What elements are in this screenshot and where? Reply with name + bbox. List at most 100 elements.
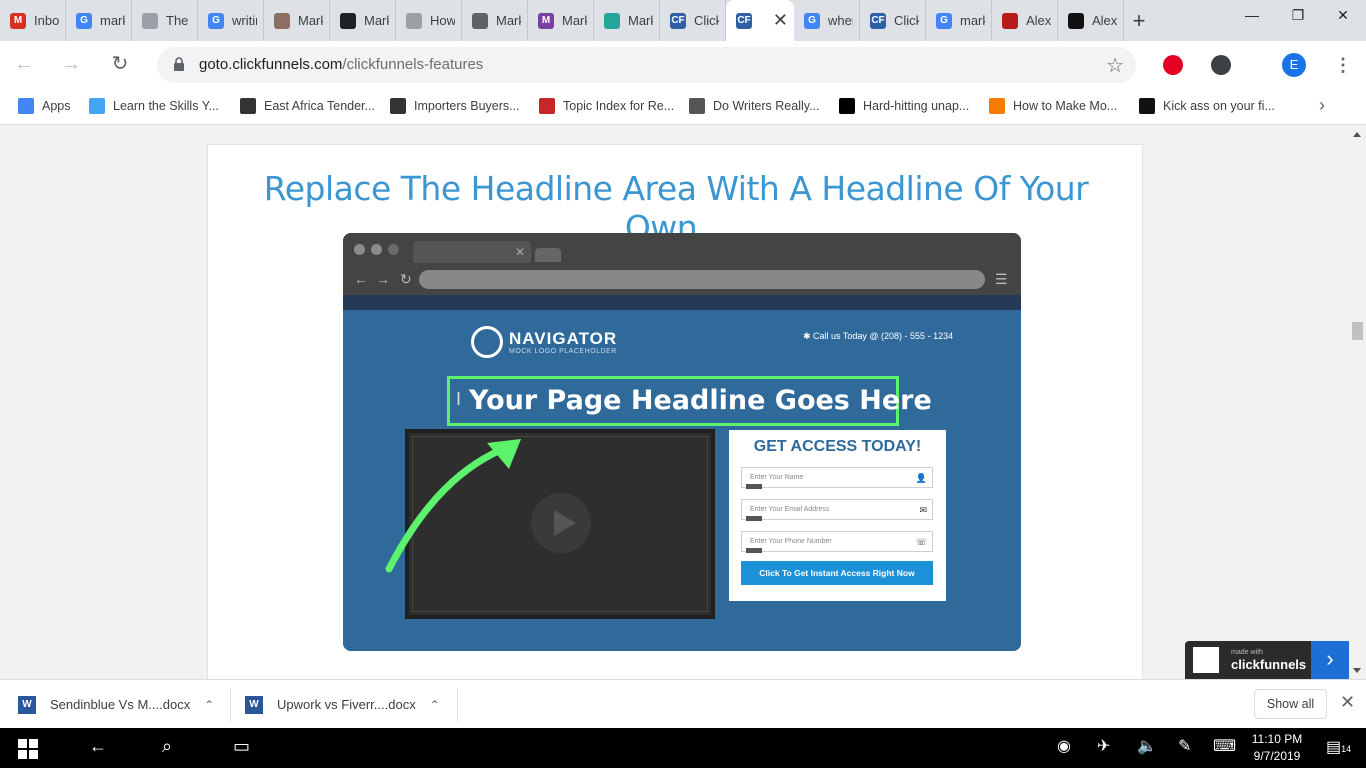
chevron-up-icon[interactable]: ⌃ [430,698,440,712]
mock-back-icon: ← [354,271,368,287]
bookmark-item[interactable]: How to Make Mo... [989,98,1117,114]
browser-tab[interactable]: CF Click [860,0,926,41]
bookmarks-overflow-chevron-icon[interactable]: › [1319,95,1325,116]
bookmark-label: Apps [42,99,71,113]
chevron-up-icon[interactable]: ⌃ [204,698,214,712]
bookmark-item[interactable]: East Africa Tender... [240,98,375,114]
bookmark-label: Learn the Skills Y... [113,99,219,113]
reload-icon[interactable]: ↻ [108,52,132,76]
browser-tab[interactable]: The I [132,0,198,41]
keyboard-icon[interactable]: ⌨ [1213,736,1236,756]
bookmark-item[interactable]: Learn the Skills Y... [89,98,219,114]
airplane-icon[interactable]: ✈ [1097,736,1110,756]
browser-tab[interactable]: Mark [594,0,660,41]
text-cursor-icon: I [456,389,462,409]
download-filename: Sendinblue Vs M....docx [50,697,191,712]
word-doc-icon: W [245,695,263,714]
mp-icon [989,98,1005,114]
volume-icon[interactable]: 🔈 [1137,736,1157,756]
made-with-clickfunnels-badge[interactable]: made with clickfunnels › [1185,641,1349,679]
tab-title: Click [894,13,919,28]
phone-icon: ☏ [915,537,927,547]
browser-tab[interactable]: Gmark [66,0,132,41]
topic-icon [539,98,555,114]
new-tab-button[interactable]: + [1124,0,1154,41]
bookmark-label: Kick ass on your fi... [1163,99,1275,113]
person-icon: 👤 [915,473,927,483]
importers-icon [390,98,406,114]
bookmark-label: Hard-hitting unap... [863,99,970,113]
browser-tab[interactable]: How [396,0,462,41]
browser-tab[interactable]: Gwritir [198,0,264,41]
download-item[interactable]: W Sendinblue Vs M....docx ⌃ [18,680,214,729]
back-icon[interactable]: ← [12,52,36,76]
close-window-button[interactable]: ✕ [1320,0,1366,32]
system-clock[interactable]: 11:10 PM 9/7/2019 [1245,731,1309,765]
show-all-button[interactable]: Show all [1254,689,1327,719]
browser-toolbar: ← → ↻ goto.clickfunnels.com/clickfunnels… [0,41,1366,88]
divider [457,688,458,721]
record-icon[interactable]: ◉ [1057,736,1071,756]
forward-icon[interactable]: → [59,52,83,76]
close-tab-icon[interactable]: ✕ [773,10,788,31]
gmail-icon: M [10,12,26,29]
clickfunnels-icon: CF [736,12,752,29]
back-arrow-icon[interactable]: ← [89,736,107,757]
tab-title: writir [232,13,257,28]
browser-tab[interactable]: M Inbo [0,0,66,41]
tab-title: mark [100,13,125,28]
extension-icon[interactable] [1211,55,1231,75]
green-arrow-icon [385,439,521,573]
pinterest-icon[interactable] [1163,55,1183,75]
browser-tab[interactable]: Mark [264,0,330,41]
scroll-down-icon[interactable] [1353,668,1361,673]
browser-tab[interactable]: M Mark [528,0,594,41]
windows-start-icon[interactable] [18,739,38,759]
browser-tab[interactable]: CF Click [660,0,726,41]
download-item[interactable]: W Upwork vs Fiverr....docx ⌃ [245,680,440,729]
bookmark-label: Importers Buyers... [414,99,520,113]
m-icon: M [538,12,554,29]
task-view-icon[interactable]: ▭ [233,736,250,757]
browser-tab[interactable]: Alex [992,0,1058,41]
scrollbar-thumb[interactable] [1352,322,1363,340]
tab-title: Mark [562,13,587,28]
browser-tab[interactable]: Gmark [926,0,992,41]
mock-cta-button: Click To Get Instant Access Right Now [741,561,933,585]
avatar-icon [1002,12,1018,29]
bookmark-item[interactable]: Topic Index for Re... [539,98,674,114]
bookmark-item[interactable]: Hard-hitting unap... [839,98,969,114]
minimize-button[interactable]: — [1229,0,1275,32]
chrome-menu-icon[interactable]: ⋮ [1334,53,1352,77]
bookmark-item[interactable]: Kick ass on your fi... [1139,98,1275,114]
close-icon[interactable]: ✕ [1340,692,1355,713]
address-bar[interactable]: goto.clickfunnels.com/clickfunnels-featu… [157,47,1136,83]
tab-title: Mark [628,13,653,28]
mock-email-field: Enter Your Email Address ✉ [741,499,933,521]
page-icon [142,12,158,29]
browser-tab[interactable]: Mark [330,0,396,41]
page-scrollbar[interactable] [1349,126,1366,679]
pen-icon[interactable]: ✎ [1178,736,1191,756]
notification-center-icon[interactable]: ▤14 [1326,737,1351,757]
browser-tab[interactable]: Gwher [794,0,860,41]
bookmark-item[interactable]: Do Writers Really... [689,98,820,114]
search-icon[interactable]: ⌕ [162,736,172,757]
bookmark-star-icon[interactable]: ☆ [1106,53,1124,78]
mock-call-text: ✱ Call us Today @ (208) - 555 - 1234 [803,331,954,341]
browser-tab[interactable]: CF ✕ [726,0,794,41]
bookmark-item[interactable]: Importers Buyers... [390,98,520,114]
chevron-right-icon[interactable]: › [1311,641,1349,679]
browser-tab[interactable]: Alex [1058,0,1124,41]
scroll-up-icon[interactable] [1353,132,1361,137]
browser-tab[interactable]: Mark [462,0,528,41]
restore-button[interactable]: ❐ [1275,0,1321,32]
circle-icon [340,12,356,29]
bookmark-item[interactable]: Apps [18,98,71,114]
clock-icon [689,98,705,114]
mock-form-title: GET ACCESS TODAY! [753,438,922,455]
profile-avatar[interactable]: E [1282,53,1306,77]
page-icon [406,12,422,29]
badge-small-text: made with [1231,649,1263,656]
browser-mockup-image: ✕ ← → ↻ ☰ NAVIGATOR MOCK LOGO PLACEHOLDE… [343,233,1021,651]
